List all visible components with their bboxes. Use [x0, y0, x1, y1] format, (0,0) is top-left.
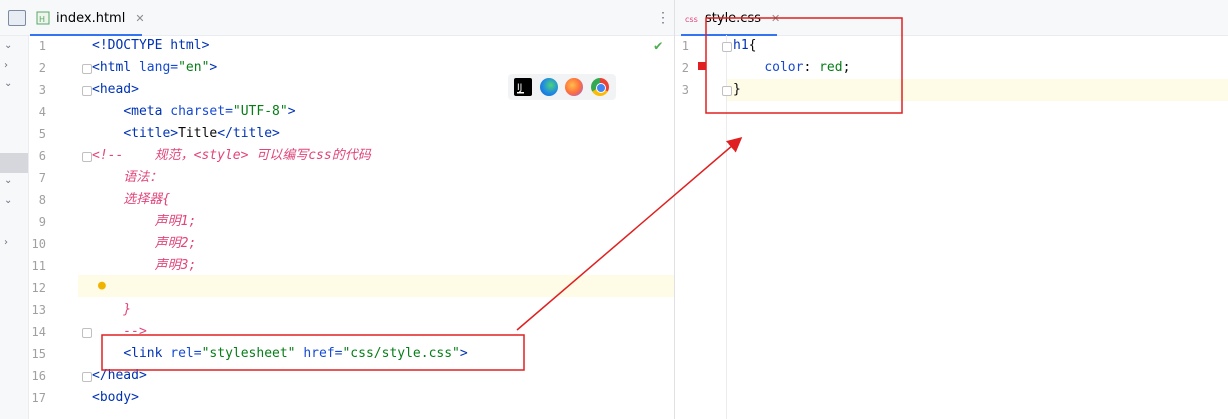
link-highlight-box	[101, 334, 525, 371]
annotation-arrow	[516, 137, 743, 331]
css-highlight-box	[705, 17, 903, 114]
annotation-layer	[101, 17, 903, 371]
